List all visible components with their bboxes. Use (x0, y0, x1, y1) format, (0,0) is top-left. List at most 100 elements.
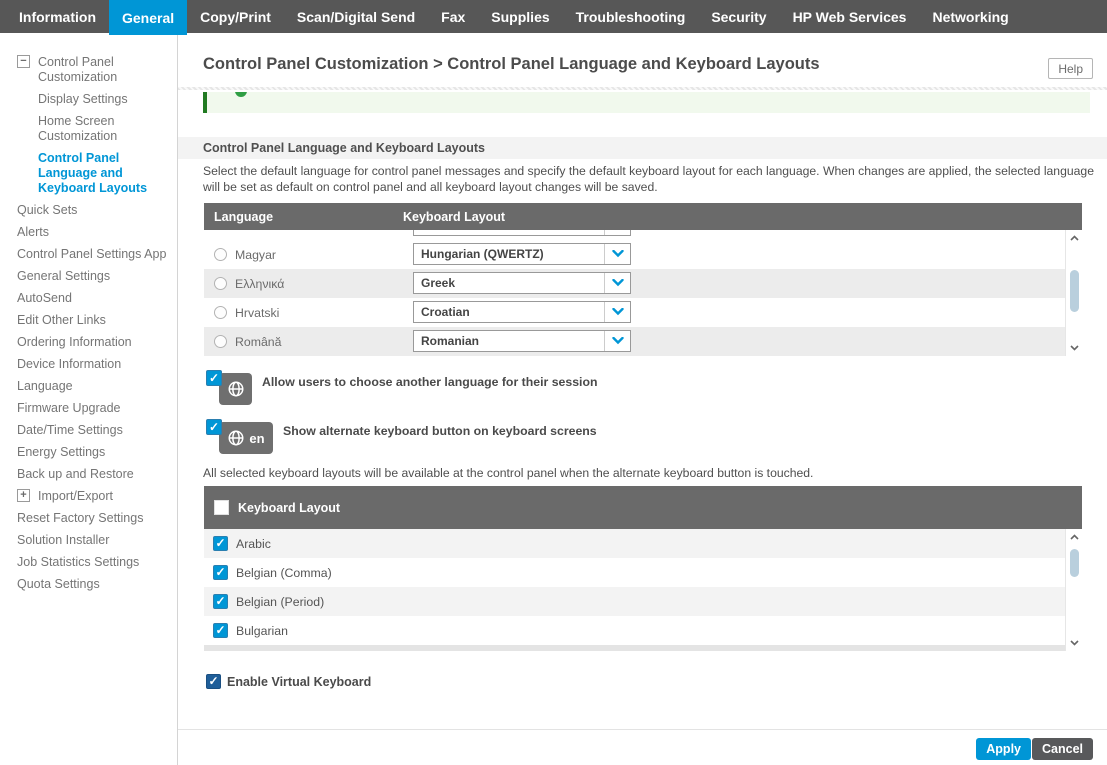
language-name: Magyar (235, 248, 403, 262)
tab-hp-web-services[interactable]: HP Web Services (780, 0, 920, 33)
tab-general[interactable]: General (109, 0, 187, 35)
sidebar-item-control-panel-language[interactable]: Control Panel Language and Keyboard Layo… (0, 151, 177, 196)
keyboard-layout-select[interactable] (413, 230, 631, 236)
sidebar-item-reset-factory-settings[interactable]: Reset Factory Settings (0, 511, 177, 526)
sidebar-item-control-panel-settings-app[interactable]: Control Panel Settings App (0, 247, 177, 262)
layout-checkbox[interactable]: ✓ (213, 565, 228, 580)
tab-copy-print[interactable]: Copy/Print (187, 0, 284, 33)
apply-button[interactable]: Apply (976, 738, 1031, 760)
language-radio[interactable] (214, 277, 227, 290)
column-keyboard-layout: Keyboard Layout (238, 501, 340, 515)
language-radio[interactable] (214, 248, 227, 261)
hp-ews-screen: Information General Copy/Print Scan/Digi… (0, 0, 1107, 765)
top-nav: Information General Copy/Print Scan/Digi… (0, 0, 1107, 33)
sidebar-item-label: Control Panel Customization (38, 55, 169, 85)
chevron-down-icon (604, 230, 630, 235)
sidebar-item-display-settings[interactable]: Display Settings (0, 92, 177, 107)
layout-checkbox[interactable]: ✓ (213, 594, 228, 609)
language-name: Română (235, 335, 403, 349)
layout-name: Belgian (Period) (236, 595, 324, 609)
expand-icon[interactable]: + (17, 489, 30, 502)
language-name: Ελληνικά (235, 277, 403, 291)
virtual-keyboard-label: Enable Virtual Keyboard (227, 675, 371, 689)
language-radio[interactable] (214, 306, 227, 319)
tab-troubleshooting[interactable]: Troubleshooting (563, 0, 699, 33)
sidebar-item-energy-settings[interactable]: Energy Settings (0, 445, 177, 460)
allow-language-checkbox[interactable]: ✓ (206, 370, 222, 386)
table-row-partial (204, 230, 1065, 240)
alternate-keyboard-label: Show alternate keyboard button on keyboa… (283, 424, 597, 438)
sidebar-item-import-export[interactable]: + Import/Export (0, 489, 177, 504)
sidebar-item-home-screen-customization[interactable]: Home Screen Customization (0, 114, 177, 144)
sidebar-item-device-information[interactable]: Device Information (0, 357, 177, 372)
chevron-down-icon (604, 273, 630, 293)
scroll-region-divider (178, 87, 1107, 90)
help-button[interactable]: Help (1048, 58, 1093, 79)
keyboard-layout-select[interactable]: Croatian (413, 301, 631, 323)
keyboard-table-scrollbar[interactable] (1065, 529, 1082, 651)
scrollbar-thumb[interactable] (1070, 270, 1079, 312)
sidebar-item-alerts[interactable]: Alerts (0, 225, 177, 240)
scroll-down-icon[interactable] (1066, 341, 1082, 355)
sidebar-item-job-statistics-settings[interactable]: Job Statistics Settings (0, 555, 177, 570)
scroll-up-icon[interactable] (1066, 530, 1082, 544)
alternate-keyboard-checkbox[interactable]: ✓ (206, 419, 222, 435)
collapse-icon[interactable]: − (17, 55, 30, 68)
tab-supplies[interactable]: Supplies (478, 0, 562, 33)
language-table-scrollbar[interactable] (1065, 230, 1082, 356)
keyboard-layout-table: Keyboard Layout ✓ Arabic ✓ Belgian (Comm… (204, 486, 1082, 651)
column-keyboard-layout: Keyboard Layout (403, 210, 505, 224)
sidebar-item-ordering-information[interactable]: Ordering Information (0, 335, 177, 350)
scrollbar-thumb[interactable] (1070, 549, 1079, 577)
virtual-keyboard-checkbox[interactable]: ✓ (206, 674, 221, 689)
select-all-checkbox[interactable] (214, 500, 229, 515)
language-code-label: en (249, 431, 264, 446)
sidebar-item-control-panel-customization[interactable]: − Control Panel Customization (0, 55, 177, 85)
language-session-button[interactable] (219, 373, 252, 405)
sidebar-item-solution-installer[interactable]: Solution Installer (0, 533, 177, 548)
tab-fax[interactable]: Fax (428, 0, 478, 33)
alternate-keyboard-button[interactable]: en (219, 422, 273, 454)
sidebar-item-edit-other-links[interactable]: Edit Other Links (0, 313, 177, 328)
sidebar-item-label: Import/Export (38, 489, 113, 504)
keyboard-layouts-note: All selected keyboard layouts will be av… (203, 466, 813, 480)
layout-checkbox[interactable]: ✓ (213, 623, 228, 638)
list-item: ✓ Belgian (Comma) (204, 558, 1065, 587)
sidebar-item-back-up-and-restore[interactable]: Back up and Restore (0, 467, 177, 482)
virtual-keyboard-option: ✓ Enable Virtual Keyboard (206, 674, 371, 689)
layout-checkbox[interactable]: ✓ (213, 536, 228, 551)
tab-security[interactable]: Security (698, 0, 779, 33)
layout-name: Bulgarian (236, 624, 288, 638)
sidebar-item-language[interactable]: Language (0, 379, 177, 394)
success-icon (235, 92, 247, 97)
tab-networking[interactable]: Networking (919, 0, 1021, 33)
scroll-down-icon[interactable] (1066, 636, 1082, 650)
table-row: Română Romanian (204, 327, 1065, 356)
section-title: Control Panel Language and Keyboard Layo… (203, 141, 485, 155)
keyboard-layout-select[interactable]: Hungarian (QWERTZ) (413, 243, 631, 265)
language-table-viewport: Magyar Hungarian (QWERTZ) Ελληνικά Gree (204, 230, 1082, 356)
language-radio[interactable] (214, 335, 227, 348)
keyboard-layout-viewport: ✓ Arabic ✓ Belgian (Comma) ✓ Belgian (Pe… (204, 529, 1082, 651)
scroll-up-icon[interactable] (1066, 231, 1082, 245)
sidebar-item-date-time-settings[interactable]: Date/Time Settings (0, 423, 177, 438)
table-row: Hrvatski Croatian (204, 298, 1065, 327)
success-alert (203, 92, 1090, 113)
tab-information[interactable]: Information (6, 0, 109, 33)
main-content: Control Panel Customization > Control Pa… (178, 33, 1107, 765)
keyboard-layout-select[interactable]: Greek (413, 272, 631, 294)
sidebar-item-firmware-upgrade[interactable]: Firmware Upgrade (0, 401, 177, 416)
cancel-button[interactable]: Cancel (1032, 738, 1093, 760)
sidebar-item-quota-settings[interactable]: Quota Settings (0, 577, 177, 592)
keyboard-layout-select[interactable]: Romanian (413, 330, 631, 352)
tab-scan-digital-send[interactable]: Scan/Digital Send (284, 0, 428, 33)
globe-icon (227, 380, 245, 398)
sidebar-item-quick-sets[interactable]: Quick Sets (0, 203, 177, 218)
sidebar-item-autosend[interactable]: AutoSend (0, 291, 177, 306)
sidebar-item-general-settings[interactable]: General Settings (0, 269, 177, 284)
table-row: Ελληνικά Greek (204, 269, 1065, 298)
keyboard-layout-table-header: Keyboard Layout (204, 486, 1082, 529)
layout-name: Arabic (236, 537, 271, 551)
language-table-header: Language Keyboard Layout (204, 203, 1082, 230)
language-name: Hrvatski (235, 306, 403, 320)
